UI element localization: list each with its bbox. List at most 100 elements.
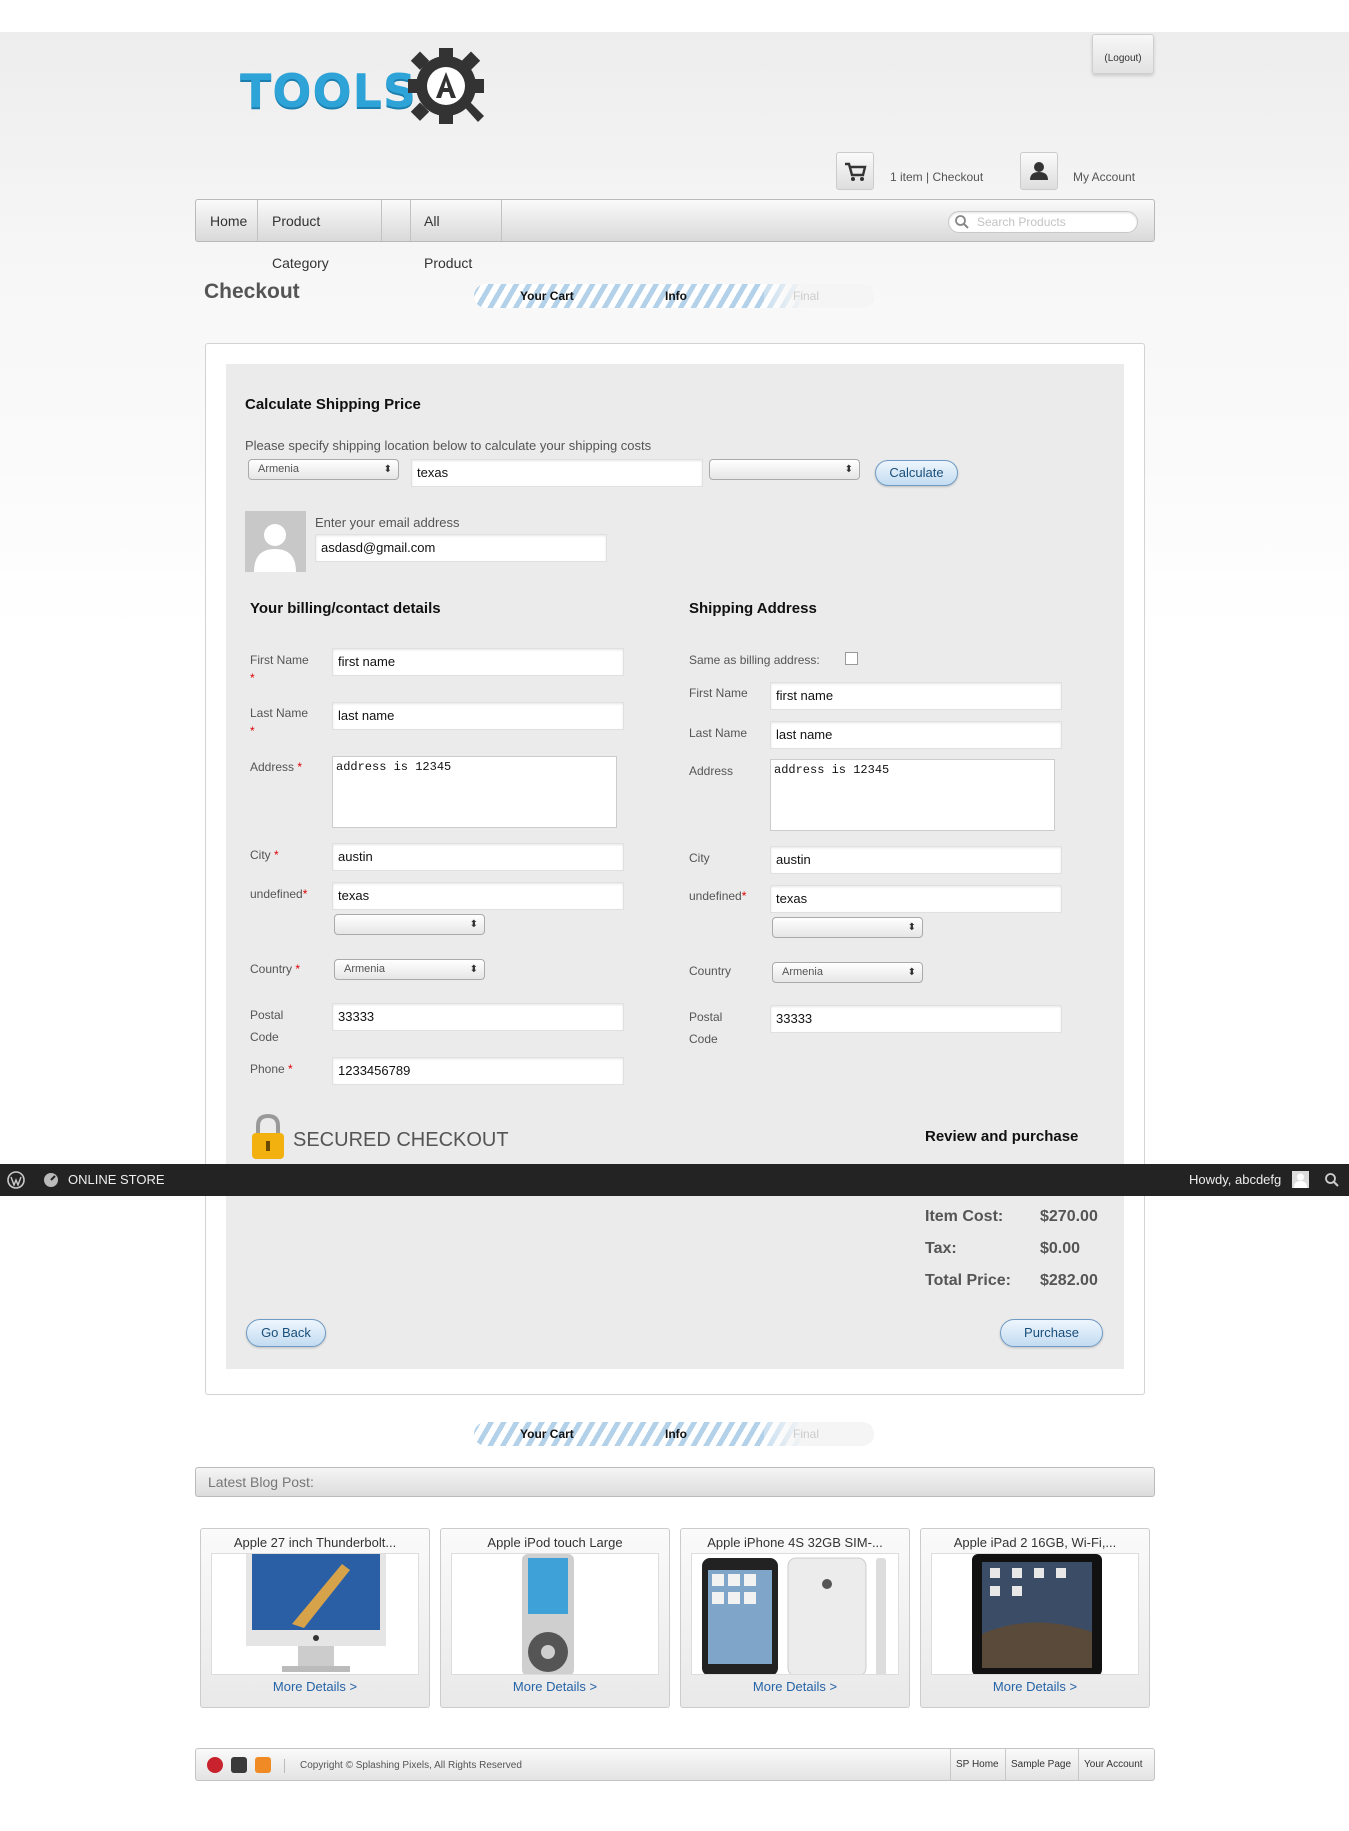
blog-card-image[interactable] (211, 1553, 419, 1675)
billing-country-select[interactable]: Armenia (334, 959, 485, 980)
footer: Copyright © Splashing Pixels, All Rights… (195, 1748, 1155, 1781)
blog-card[interactable]: Apple iPad 2 16GB, Wi-Fi,... More Detail… (920, 1528, 1150, 1708)
billing-heading: Your billing/contact details (250, 600, 441, 617)
shipping-city-field[interactable]: austin (770, 846, 1062, 874)
more-details-link[interactable]: More Details > (921, 1679, 1149, 1694)
iphone-image-icon (702, 1557, 886, 1674)
nav-empty-item[interactable] (382, 200, 411, 241)
blog-card-image[interactable] (451, 1553, 659, 1675)
blog-card-title[interactable]: Apple iPod touch Large (441, 1535, 669, 1550)
google-plus-icon[interactable] (231, 1757, 247, 1773)
shipping-country-label: Country (689, 964, 732, 978)
cart-checkout-link[interactable]: 1 item | Checkout (890, 170, 983, 184)
blog-card[interactable]: Apple 27 inch Thunderbolt... More Detail… (200, 1528, 430, 1708)
go-back-button[interactable]: Go Back (246, 1319, 326, 1347)
shipping-postal-field[interactable]: 33333 (770, 1005, 1062, 1033)
email-field[interactable]: asdasd@gmail.com (315, 534, 607, 562)
more-details-link[interactable]: More Details > (681, 1679, 909, 1694)
billing-phone-field[interactable]: 1233456789 (332, 1057, 624, 1085)
shipping-first-name-field[interactable]: first name (770, 682, 1062, 710)
avatar (245, 511, 306, 572)
search-input[interactable]: Search Products (948, 211, 1138, 233)
step-your-cart-bottom: Your Cart (520, 1427, 574, 1441)
nav-home[interactable]: Home (196, 200, 258, 241)
shipping-state-input[interactable]: texas (411, 459, 703, 487)
billing-address-field[interactable]: address is 12345 (332, 756, 617, 828)
shipping-calc-instruction: Please specify shipping location below t… (245, 438, 652, 453)
admin-avatar[interactable] (1292, 1171, 1309, 1188)
billing-state-label: undefined* (250, 887, 308, 901)
shipping-address-label: Address (689, 764, 734, 778)
nav-product-category[interactable]: Product Category (258, 200, 382, 271)
shipping-region-select-2[interactable] (772, 917, 923, 938)
blog-card-title[interactable]: Apple iPhone 4S 32GB SIM-... (681, 1535, 909, 1550)
cart-button[interactable] (836, 152, 874, 190)
calculate-button[interactable]: Calculate (875, 460, 958, 486)
ipod-image-icon (522, 1554, 574, 1674)
footer-link-sp-home[interactable]: SP Home (950, 1749, 1005, 1780)
admin-greeting[interactable]: Howdy, abcdefg (1189, 1172, 1281, 1187)
cart-icon (845, 162, 867, 181)
admin-bar: ONLINE STORE Howdy, abcdefg (0, 1164, 1349, 1196)
billing-city-field[interactable]: austin (332, 843, 624, 871)
billing-last-name-field[interactable]: last name (332, 702, 624, 730)
admin-site-name[interactable]: ONLINE STORE (68, 1172, 165, 1187)
billing-postal-field[interactable]: 33333 (332, 1003, 624, 1031)
tax-value: $0.00 (1040, 1240, 1081, 1257)
blog-card-title[interactable]: Apple iPad 2 16GB, Wi-Fi,... (921, 1535, 1149, 1550)
site-logo-text[interactable]: TOOLS (240, 64, 417, 118)
shipping-state-field[interactable]: texas (770, 885, 1062, 913)
purchase-button[interactable]: Purchase (1000, 1319, 1103, 1347)
step-final-bottom: Final (793, 1427, 820, 1441)
more-details-link[interactable]: More Details > (441, 1679, 669, 1694)
lock-icon (252, 1113, 284, 1159)
shipping-region-select[interactable] (709, 459, 860, 480)
shipping-country-select[interactable]: Armenia (248, 459, 399, 480)
account-button[interactable] (1020, 152, 1058, 190)
page-title: Checkout (204, 280, 300, 303)
blog-card[interactable]: Apple iPhone 4S 32GB SIM-... More Detail… (680, 1528, 910, 1708)
nav-all-product[interactable]: All Product (410, 200, 502, 271)
logout-button[interactable]: (Logout) (1092, 34, 1154, 74)
tax-label: Tax: (925, 1240, 957, 1257)
rss-icon[interactable] (255, 1757, 271, 1773)
more-details-link[interactable]: More Details > (201, 1679, 429, 1694)
billing-state-field[interactable]: texas (332, 882, 624, 910)
shipping-first-name-label: First Name (689, 686, 748, 700)
billing-region-select[interactable] (334, 914, 485, 935)
billing-address-label: Address * (250, 760, 303, 774)
shipping-country-select[interactable]: Armenia (772, 962, 923, 983)
footer-divider (284, 1759, 285, 1773)
admin-search-icon[interactable] (1324, 1172, 1340, 1188)
step-your-cart: Your Cart (520, 289, 574, 303)
billing-first-name-label: First Name * (250, 653, 309, 685)
review-heading: Review and purchase (925, 1128, 1079, 1145)
blog-card-image[interactable] (931, 1553, 1139, 1675)
footer-link-your-account[interactable]: Your Account (1078, 1749, 1154, 1780)
total-price-value: $282.00 (1040, 1272, 1098, 1289)
blog-card-title[interactable]: Apple 27 inch Thunderbolt... (201, 1535, 429, 1550)
same-as-billing-checkbox[interactable] (845, 652, 858, 665)
blog-card[interactable]: Apple iPod touch Large More Details > (440, 1528, 670, 1708)
billing-city-label: City * (250, 848, 279, 862)
shipping-city-label: City (689, 851, 710, 865)
imac-image-icon (246, 1554, 386, 1672)
wordpress-icon[interactable] (7, 1171, 25, 1189)
footer-link-sample-page[interactable]: Sample Page (1005, 1749, 1078, 1780)
shipping-address-field[interactable]: address is 12345 (770, 759, 1055, 831)
avatar-user-icon (1294, 1173, 1307, 1188)
checkout-progress-bottom: Your Cart Info Final (474, 1422, 874, 1446)
checkout-progress-top: Your Cart Info Final (474, 284, 874, 308)
billing-postal-label: Postal Code (250, 1008, 284, 1044)
blog-card-image[interactable] (691, 1553, 899, 1675)
billing-first-name-field[interactable]: first name (332, 648, 624, 676)
user-icon (1030, 162, 1048, 180)
my-account-link[interactable]: My Account (1073, 170, 1135, 184)
same-as-billing-label: Same as billing address: (689, 653, 820, 667)
billing-phone-label: Phone * (250, 1062, 293, 1076)
shipping-last-name-field[interactable]: last name (770, 721, 1062, 749)
email-label: Enter your email address (315, 515, 460, 530)
pinterest-icon[interactable] (207, 1757, 223, 1773)
item-cost-label: Item Cost: (925, 1208, 1004, 1225)
latest-blog-bar: Latest Blog Post: (195, 1467, 1155, 1497)
